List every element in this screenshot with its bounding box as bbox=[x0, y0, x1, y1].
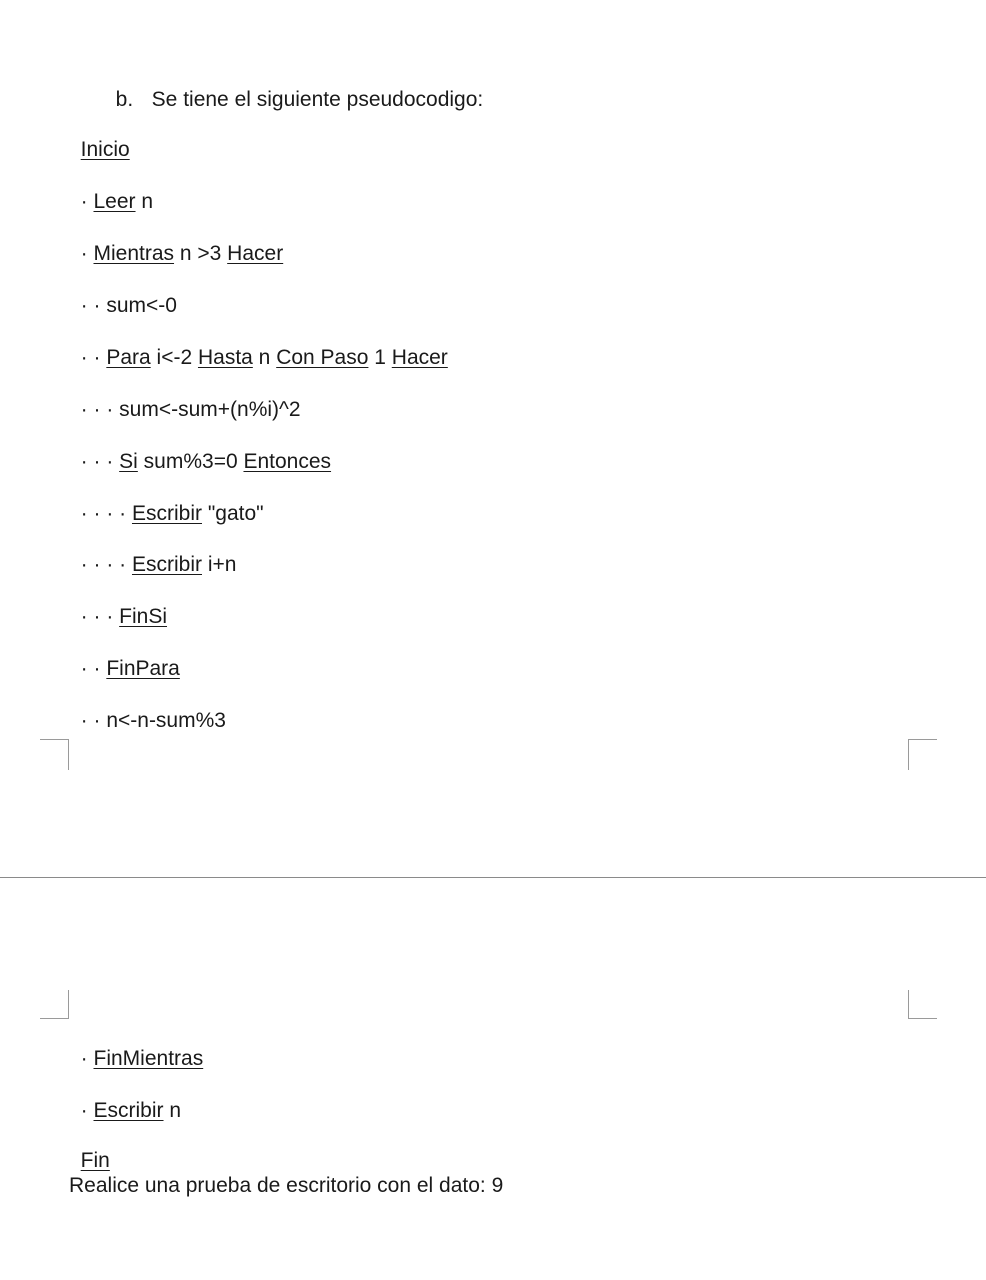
indent-dots: · bbox=[80, 190, 94, 213]
code-line-sum-init: · · sum<-0 bbox=[69, 267, 177, 319]
code-line-escribir-n: · Escribir n bbox=[69, 1072, 181, 1124]
page-margin-corner-bottom-right bbox=[908, 990, 937, 1019]
keyword-hacer: Hacer bbox=[227, 242, 284, 265]
code-line-n-update: · · n<-n-sum%3 bbox=[69, 682, 226, 734]
instruction-text: Realice una prueba de escritorio con el … bbox=[69, 1174, 504, 1197]
code-line-sum-accumulate: · · · sum<-sum+(n%i)^2 bbox=[69, 371, 301, 423]
code-line-finpara: · · FinPara bbox=[69, 630, 180, 682]
code-line-escribir-i-n: · · · · Escribir i+n bbox=[69, 526, 237, 578]
code-line-inicio: Inicio bbox=[69, 111, 130, 163]
keyword-escribir: Escribir bbox=[131, 502, 202, 525]
code-text: n bbox=[252, 346, 277, 369]
keyword-leer: Leer bbox=[93, 190, 136, 213]
code-text: · · · sum<-sum+(n%i)^2 bbox=[80, 398, 301, 421]
code-text: 1 bbox=[368, 346, 392, 369]
indent-dots: · · · bbox=[80, 605, 120, 628]
keyword-finpara: FinPara bbox=[106, 657, 180, 680]
keyword-mientras: Mientras bbox=[93, 242, 175, 265]
question-heading: b. Se tiene el siguiente pseudocodigo: bbox=[104, 61, 484, 113]
code-text: n >3 bbox=[174, 242, 228, 265]
code-line-si: · · · Si sum%3=0 Entonces bbox=[69, 423, 331, 475]
indent-dots: · · · · bbox=[80, 502, 132, 525]
keyword-si: Si bbox=[119, 450, 138, 473]
indent-dots: · · bbox=[80, 346, 107, 369]
indent-dots: · bbox=[80, 1047, 94, 1070]
keyword-hacer: Hacer bbox=[391, 346, 448, 369]
code-text: i+n bbox=[202, 553, 237, 576]
code-text: · · n<-n-sum%3 bbox=[80, 709, 226, 732]
list-marker: b. bbox=[115, 88, 134, 111]
keyword-hasta: Hasta bbox=[197, 346, 253, 369]
page-margin-corner-top-right bbox=[908, 739, 937, 770]
heading-text: Se tiene el siguiente pseudocodigo: bbox=[151, 88, 484, 111]
keyword-escribir: Escribir bbox=[93, 1099, 164, 1122]
keyword-escribir: Escribir bbox=[131, 553, 202, 576]
page-margin-corner-top-left bbox=[40, 739, 69, 770]
keyword-entonces: Entonces bbox=[243, 450, 332, 473]
code-text: · · sum<-0 bbox=[80, 294, 177, 317]
code-line-escribir-gato: · · · · Escribir "gato" bbox=[69, 475, 264, 527]
indent-dots: · · · · bbox=[80, 553, 132, 576]
code-line-leer: · Leer n bbox=[69, 163, 153, 215]
code-line-fin: Fin bbox=[69, 1122, 110, 1174]
keyword-para: Para bbox=[106, 346, 151, 369]
keyword-inicio: Inicio bbox=[80, 138, 130, 161]
keyword-finsi: FinSi bbox=[119, 605, 168, 628]
code-line-finmientras: · FinMientras bbox=[69, 1020, 204, 1072]
page-break-divider bbox=[0, 877, 986, 878]
keyword-con-paso: Con Paso bbox=[276, 346, 369, 369]
indent-dots: · bbox=[80, 1099, 94, 1122]
code-text: n bbox=[163, 1099, 182, 1122]
keyword-finmientras: FinMientras bbox=[93, 1047, 204, 1070]
code-line-para: · · Para i<-2 Hasta n Con Paso 1 Hacer bbox=[69, 319, 448, 371]
code-text: n bbox=[135, 190, 154, 213]
code-text: "gato" bbox=[202, 502, 264, 525]
indent-dots: · · bbox=[80, 657, 107, 680]
indent-dots: · · · bbox=[80, 450, 120, 473]
code-line-mientras: · Mientras n >3 Hacer bbox=[69, 215, 284, 267]
code-text: sum%3=0 bbox=[137, 450, 244, 473]
indent-dots: · bbox=[80, 242, 94, 265]
keyword-fin: Fin bbox=[80, 1149, 110, 1172]
code-text: i<-2 bbox=[150, 346, 198, 369]
page-margin-corner-bottom-left bbox=[40, 990, 69, 1019]
code-line-finsi: · · · FinSi bbox=[69, 578, 167, 630]
